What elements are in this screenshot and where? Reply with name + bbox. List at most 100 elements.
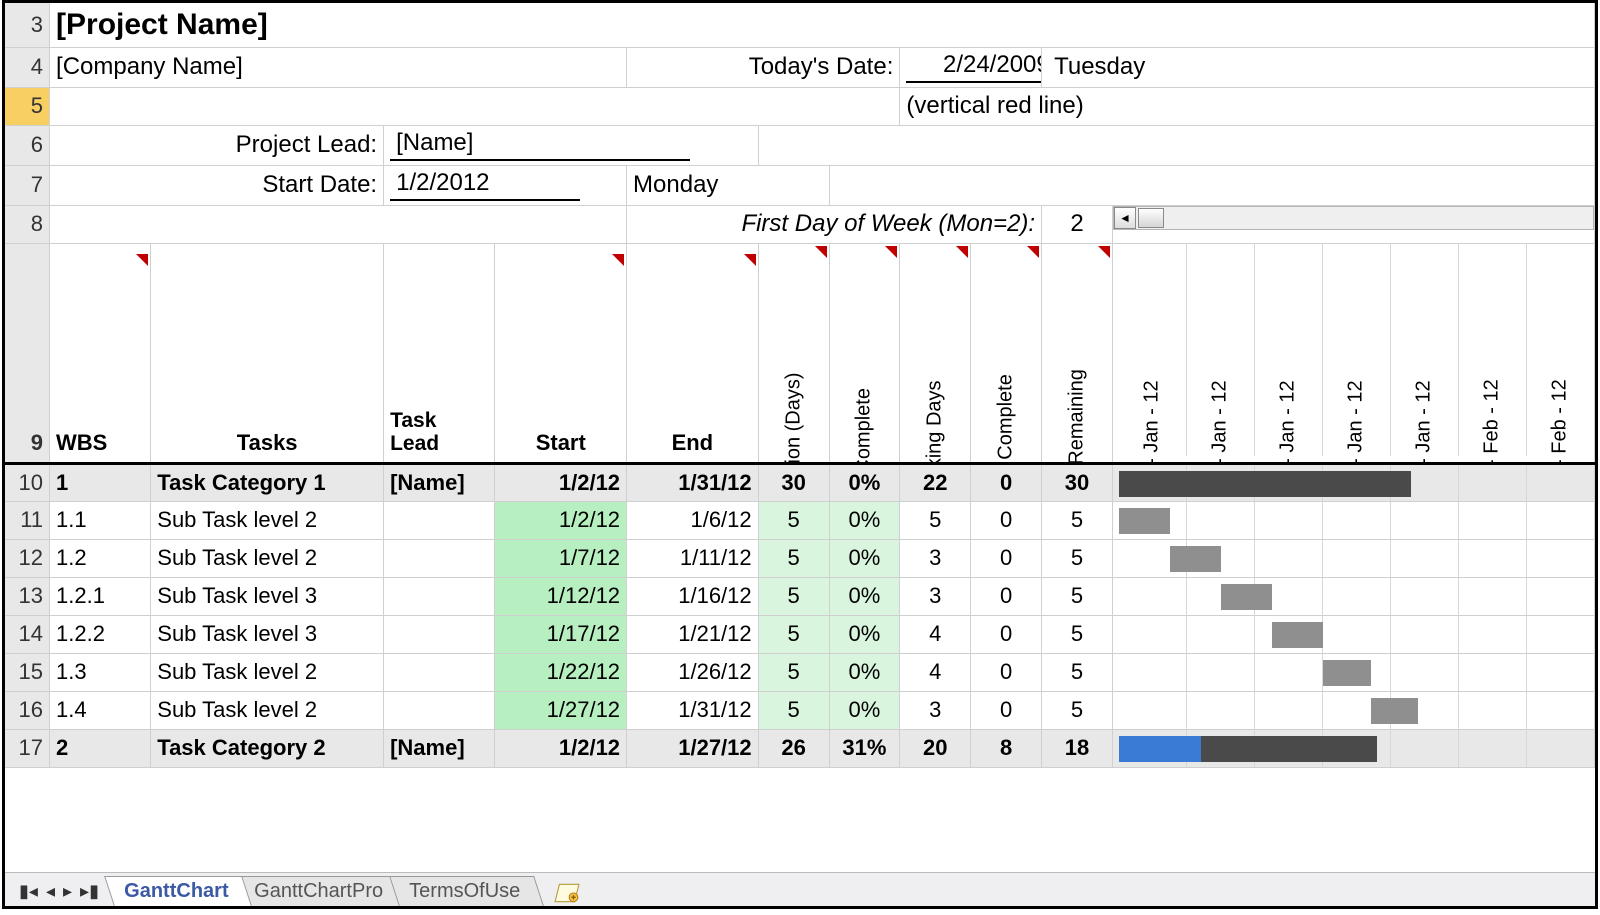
- gantt-bar[interactable]: [1170, 546, 1221, 572]
- company-name[interactable]: [Company Name]: [56, 53, 243, 80]
- cell-start[interactable]: 1/2/12: [495, 729, 627, 767]
- cell-start[interactable]: 1/22/12: [495, 653, 627, 691]
- cell-task[interactable]: Sub Task level 3: [151, 615, 384, 653]
- cell-days-complete[interactable]: 8: [971, 729, 1042, 767]
- row-number[interactable]: 11: [5, 501, 50, 539]
- cell-days-remaining[interactable]: 5: [1042, 653, 1113, 691]
- cell-start[interactable]: 1/17/12: [495, 615, 627, 653]
- cell-pct-complete[interactable]: 0%: [829, 577, 900, 615]
- cell-start[interactable]: 1/27/12: [495, 691, 627, 729]
- cell-task-lead[interactable]: [384, 539, 495, 577]
- cell-wbs[interactable]: 1: [50, 463, 151, 501]
- cell-start[interactable]: 1/2/12: [495, 463, 627, 501]
- sheet-nav-next-icon[interactable]: ▸: [59, 881, 76, 902]
- task-row[interactable]: 151.3Sub Task level 21/22/121/26/1250%40…: [5, 653, 1595, 691]
- row-number[interactable]: 3: [5, 3, 50, 47]
- today-date-value[interactable]: 2/24/2009: [906, 51, 1041, 83]
- cell-end[interactable]: 1/26/12: [627, 653, 759, 691]
- worksheet-grid[interactable]: 3 [Project Name] 4 [Company Name] Today'…: [5, 3, 1595, 768]
- col-header-end[interactable]: End: [627, 243, 759, 463]
- cell-task-lead[interactable]: [384, 501, 495, 539]
- cell-duration[interactable]: 26: [758, 729, 829, 767]
- cell-working-days[interactable]: 5: [900, 501, 971, 539]
- cell-duration[interactable]: 30: [758, 463, 829, 501]
- cell-working-days[interactable]: 20: [900, 729, 971, 767]
- cell-days-complete[interactable]: 0: [971, 691, 1042, 729]
- row-number-selected[interactable]: 5: [5, 87, 50, 125]
- gantt-bar[interactable]: [1371, 698, 1419, 724]
- cell-start[interactable]: 1/12/12: [495, 577, 627, 615]
- task-row[interactable]: 111.1Sub Task level 21/2/121/6/1250%505: [5, 501, 1595, 539]
- task-row[interactable]: 141.2.2Sub Task level 31/17/121/21/1250%…: [5, 615, 1595, 653]
- cell-task[interactable]: Sub Task level 2: [151, 653, 384, 691]
- cell-task-lead[interactable]: [384, 691, 495, 729]
- cell-days-remaining[interactable]: 5: [1042, 615, 1113, 653]
- col-header-tasks[interactable]: Tasks: [151, 243, 384, 463]
- comment-indicator-icon[interactable]: [136, 254, 148, 266]
- cell-task[interactable]: Sub Task level 2: [151, 691, 384, 729]
- comment-indicator-icon[interactable]: [885, 246, 897, 258]
- cell-wbs[interactable]: 1.4: [50, 691, 151, 729]
- gantt-bar[interactable]: [1323, 660, 1371, 686]
- cell-working-days[interactable]: 4: [900, 653, 971, 691]
- comment-indicator-icon[interactable]: [1027, 246, 1039, 258]
- cell-pct-complete[interactable]: 0%: [829, 691, 900, 729]
- col-header-wbs[interactable]: WBS: [50, 243, 151, 463]
- cell-working-days[interactable]: 22: [900, 463, 971, 501]
- cell-days-remaining[interactable]: 5: [1042, 691, 1113, 729]
- cell-days-remaining[interactable]: 18: [1042, 729, 1113, 767]
- cell-days-complete[interactable]: 0: [971, 463, 1042, 501]
- cell-wbs[interactable]: 1.3: [50, 653, 151, 691]
- col-header-dcomp[interactable]: Days Complete: [971, 243, 1042, 463]
- new-sheet-icon[interactable]: [550, 880, 584, 906]
- cell-task-lead[interactable]: [384, 615, 495, 653]
- col-header-pct[interactable]: % Complete: [829, 243, 900, 463]
- cell-pct-complete[interactable]: 0%: [829, 501, 900, 539]
- cell-task[interactable]: Task Category 1: [151, 463, 384, 501]
- cell-duration[interactable]: 5: [758, 577, 829, 615]
- cell-days-remaining[interactable]: 5: [1042, 501, 1113, 539]
- cell-days-complete[interactable]: 0: [971, 501, 1042, 539]
- cell-end[interactable]: 1/6/12: [627, 501, 759, 539]
- comment-indicator-icon[interactable]: [744, 254, 756, 266]
- gantt-horizontal-scrollbar[interactable]: ◄: [1113, 206, 1594, 230]
- row-number[interactable]: 9: [5, 243, 50, 463]
- cell-working-days[interactable]: 3: [900, 539, 971, 577]
- cell-pct-complete[interactable]: 0%: [829, 653, 900, 691]
- cell-duration[interactable]: 5: [758, 691, 829, 729]
- scroll-thumb[interactable]: [1138, 208, 1164, 228]
- cell-duration[interactable]: 5: [758, 653, 829, 691]
- sheet-nav-prev-icon[interactable]: ◂: [42, 881, 59, 902]
- row-number[interactable]: 4: [5, 47, 50, 87]
- cell-working-days[interactable]: 4: [900, 615, 971, 653]
- gantt-bar[interactable]: [1201, 736, 1378, 762]
- task-row[interactable]: 121.2Sub Task level 21/7/121/11/1250%305: [5, 539, 1595, 577]
- first-day-value[interactable]: 2: [1070, 210, 1083, 237]
- project-title[interactable]: [Project Name]: [56, 8, 268, 41]
- col-header-tasklead[interactable]: TaskLead: [384, 243, 495, 463]
- cell-end[interactable]: 1/16/12: [627, 577, 759, 615]
- row-number[interactable]: 10: [5, 463, 50, 501]
- gantt-bar[interactable]: [1221, 584, 1272, 610]
- cell-working-days[interactable]: 3: [900, 577, 971, 615]
- task-row[interactable]: 131.2.1Sub Task level 31/12/121/16/1250%…: [5, 577, 1595, 615]
- gantt-bar-progress[interactable]: [1119, 736, 1201, 762]
- row-number[interactable]: 7: [5, 165, 50, 205]
- cell-task[interactable]: Sub Task level 2: [151, 501, 384, 539]
- cell-end[interactable]: 1/27/12: [627, 729, 759, 767]
- task-row[interactable]: 161.4Sub Task level 21/27/121/31/1250%30…: [5, 691, 1595, 729]
- cell-days-remaining[interactable]: 5: [1042, 577, 1113, 615]
- cell-start[interactable]: 1/2/12: [495, 501, 627, 539]
- cell-start[interactable]: 1/7/12: [495, 539, 627, 577]
- cell-pct-complete[interactable]: 0%: [829, 463, 900, 501]
- scroll-left-button[interactable]: ◄: [1114, 207, 1136, 229]
- col-header-drem[interactable]: Days Remaining: [1042, 243, 1113, 463]
- cell-task-lead[interactable]: [Name]: [384, 463, 495, 501]
- comment-indicator-icon[interactable]: [956, 246, 968, 258]
- project-lead-value[interactable]: [Name]: [390, 129, 690, 161]
- col-header-duration[interactable]: Duration (Days): [758, 243, 829, 463]
- cell-days-remaining[interactable]: 30: [1042, 463, 1113, 501]
- cell-task-lead[interactable]: [384, 653, 495, 691]
- row-number[interactable]: 8: [5, 205, 50, 243]
- cell-end[interactable]: 1/31/12: [627, 691, 759, 729]
